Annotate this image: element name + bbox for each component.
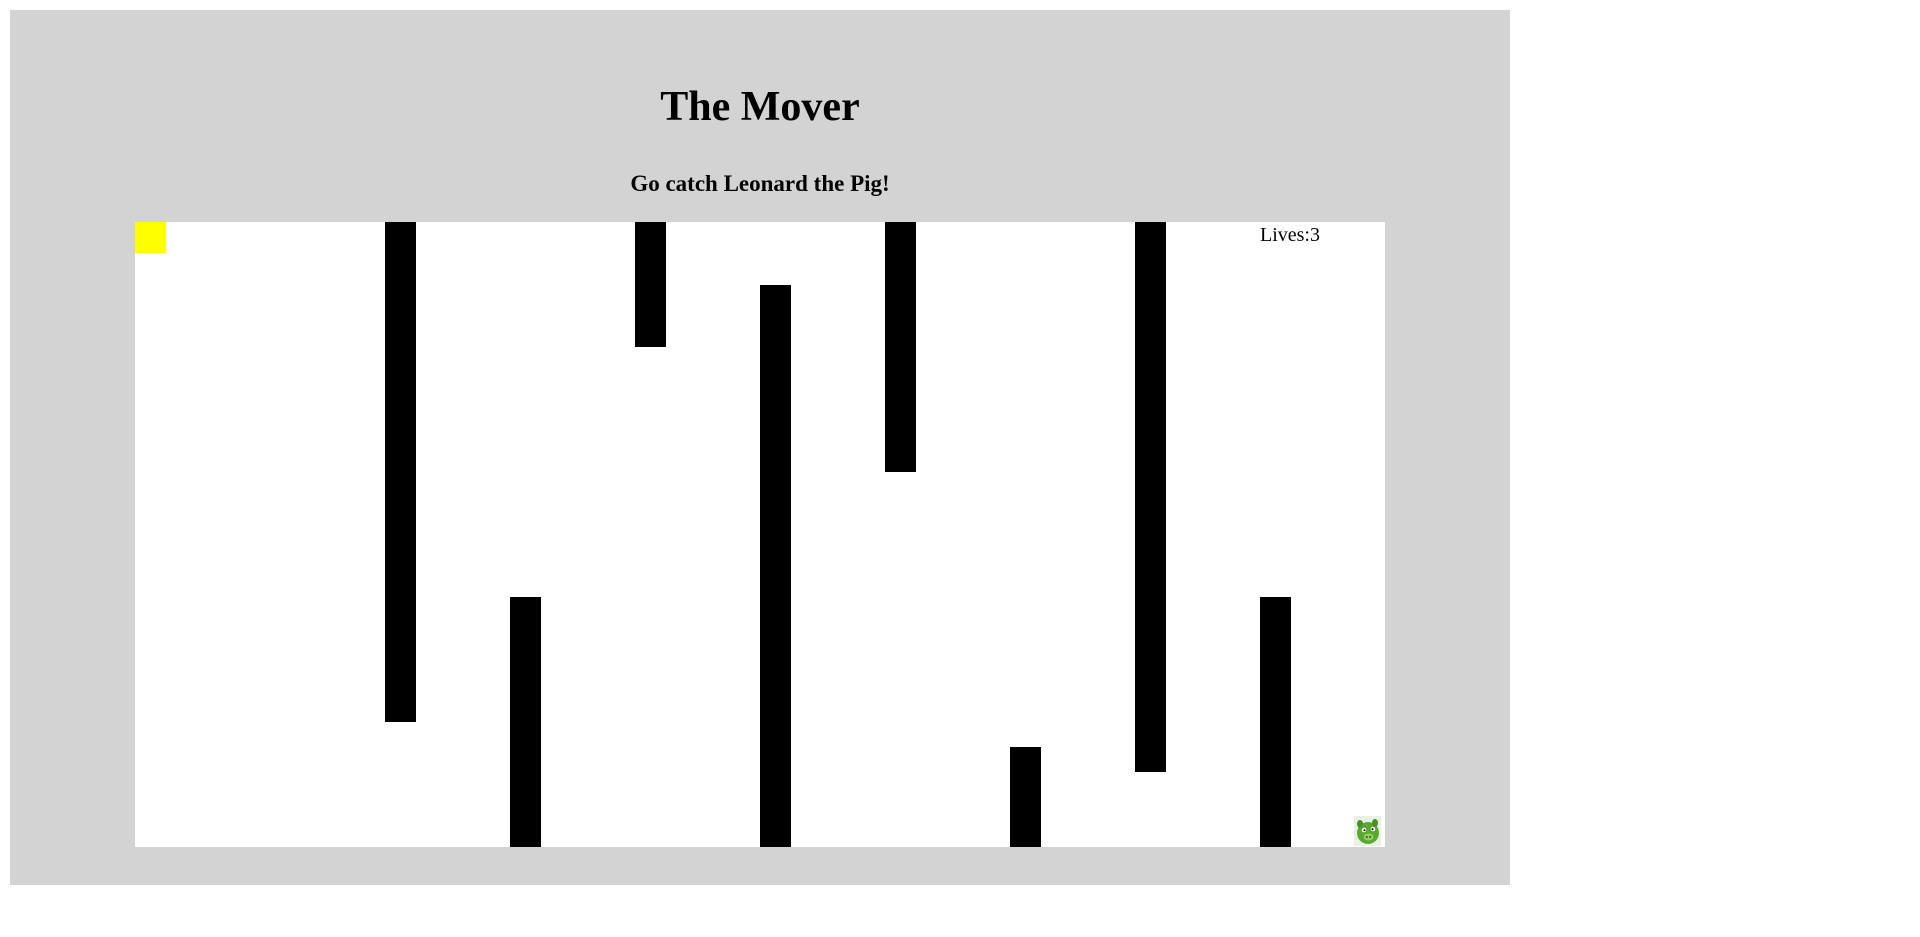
wall bbox=[510, 597, 541, 847]
pig-icon-graphic bbox=[1354, 816, 1381, 846]
wall bbox=[1260, 597, 1291, 847]
wall bbox=[885, 222, 916, 472]
wall bbox=[385, 222, 416, 722]
game-frame: The Mover Go catch Leonard the Pig! Live… bbox=[10, 10, 1510, 885]
wall bbox=[760, 285, 791, 847]
game-board[interactable]: Lives:3 bbox=[135, 222, 1385, 847]
wall bbox=[1010, 747, 1041, 847]
wall bbox=[1135, 222, 1166, 772]
lives-counter: Lives:3 bbox=[1260, 224, 1320, 246]
game-title: The Mover bbox=[660, 84, 860, 130]
pig-icon[interactable] bbox=[1354, 816, 1381, 846]
wall bbox=[635, 222, 666, 347]
game-subtitle: Go catch Leonard the Pig! bbox=[630, 171, 890, 196]
player-square[interactable] bbox=[135, 222, 166, 253]
